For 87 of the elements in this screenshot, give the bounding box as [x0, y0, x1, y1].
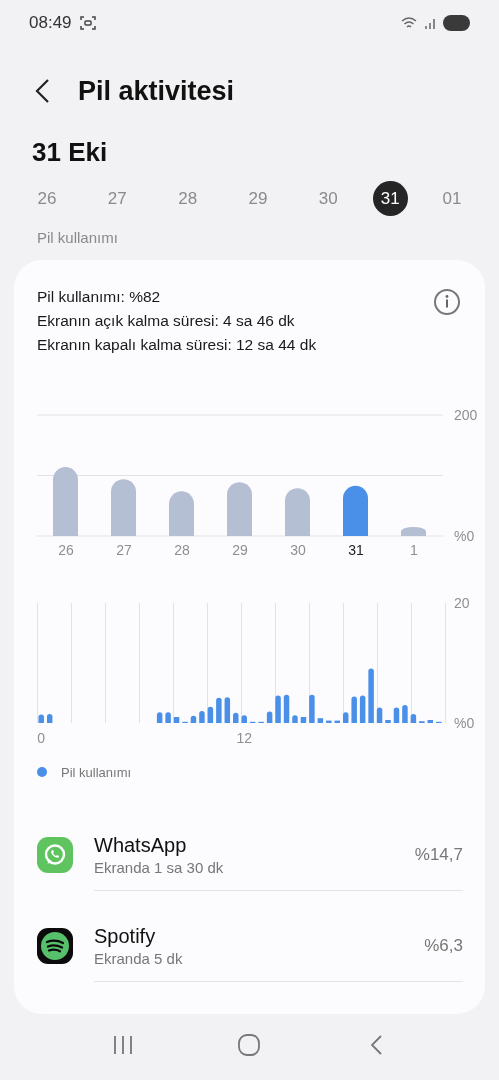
bar — [207, 706, 214, 723]
bar — [190, 715, 197, 723]
bar — [343, 711, 349, 723]
axis-label: 0 — [37, 729, 46, 746]
axis-label: 29 — [232, 541, 248, 558]
back-icon — [34, 78, 50, 104]
app-row[interactable]: Spotify Ekranda 5 dk %6,3 — [37, 911, 463, 981]
info-icon — [445, 295, 449, 308]
day-tab[interactable]: 26 — [21, 181, 73, 216]
axis-label: 12 — [236, 729, 252, 746]
bar — [38, 714, 44, 723]
axis-label: %0 — [454, 527, 475, 544]
recent-apps-icon — [112, 1034, 135, 1055]
app-name: WhatsApp — [94, 833, 188, 858]
axis-label: 20 — [454, 594, 470, 611]
bar — [385, 719, 391, 723]
day-tab[interactable]: 27 — [91, 181, 144, 216]
battery-icon — [443, 15, 470, 31]
usage-percent: %6,3 — [424, 935, 463, 958]
bar — [410, 713, 417, 723]
bar — [169, 490, 194, 536]
bar — [224, 696, 231, 723]
day-tab[interactable]: 01 — [425, 181, 478, 216]
day-tab[interactable]: 29 — [232, 181, 284, 216]
screenshot-icon — [79, 15, 96, 31]
axis-label: 30 — [290, 541, 306, 558]
summary-text: Ekranın kapalı kalma süresi: 12 sa 44 dk — [37, 334, 317, 355]
axis-label: %0 — [454, 714, 475, 731]
legend-label: Pil kullanımı — [61, 763, 132, 782]
screen-time: Ekranda 5 dk — [94, 949, 184, 969]
screen-time: Ekranda 1 sa 30 dk — [94, 858, 225, 878]
bar — [326, 720, 332, 723]
back-icon — [368, 1033, 383, 1056]
axis-label: 26 — [58, 541, 74, 558]
bar — [156, 711, 163, 723]
bar — [53, 466, 78, 536]
bar — [46, 713, 53, 723]
bar — [309, 694, 315, 723]
day-tab[interactable]: 28 — [161, 181, 214, 216]
bar — [241, 714, 247, 723]
info-button[interactable] — [434, 288, 460, 315]
bar — [233, 712, 239, 723]
wifi-icon — [401, 16, 419, 30]
signal-icon — [424, 16, 438, 30]
app-row[interactable]: WhatsApp Ekranda 1 sa 30 dk %14,7 — [37, 820, 463, 890]
bar — [317, 717, 324, 723]
home-icon — [238, 1033, 261, 1056]
bar — [376, 706, 383, 723]
bar — [165, 711, 171, 723]
bar — [292, 714, 298, 723]
bar — [216, 697, 222, 723]
bar — [266, 711, 273, 723]
app-name: Spotify — [94, 924, 157, 949]
bar — [199, 710, 205, 723]
chat-bubble-icon — [37, 837, 73, 873]
bar — [419, 720, 425, 723]
bar — [173, 716, 180, 723]
section-label: Pil kullanımı — [37, 228, 118, 248]
bar — [334, 720, 340, 723]
summary-text: Pil kullanımı: %82 — [37, 286, 162, 307]
bar — [401, 526, 426, 536]
bar — [427, 719, 434, 723]
axis-label: 27 — [116, 541, 132, 558]
bar — [351, 696, 357, 723]
bar — [359, 694, 366, 723]
bar — [111, 478, 136, 536]
bar — [343, 485, 368, 536]
usage-percent: %14,7 — [414, 844, 463, 867]
sound-waves-icon — [37, 928, 73, 964]
bar — [393, 706, 400, 723]
bar — [227, 481, 252, 536]
status-time: 08:49 — [29, 12, 72, 35]
axis-label: 28 — [174, 541, 190, 558]
axis-label: 1 — [410, 541, 418, 558]
axis-label: 31 — [348, 541, 364, 558]
summary-text: Ekranın açık kalma süresi: 4 sa 46 dk — [37, 310, 296, 331]
day-tab[interactable]: 30 — [302, 181, 355, 216]
bar — [402, 704, 408, 723]
bar — [275, 694, 281, 723]
bar — [368, 667, 374, 723]
bar — [285, 487, 310, 536]
day-tab[interactable]: 31 — [372, 181, 408, 216]
bar — [283, 694, 290, 723]
date-heading: 31 Eki — [32, 136, 108, 168]
bar — [300, 716, 307, 723]
axis-label: 200 — [454, 406, 477, 423]
page-title: Pil aktivitesi — [78, 74, 235, 108]
